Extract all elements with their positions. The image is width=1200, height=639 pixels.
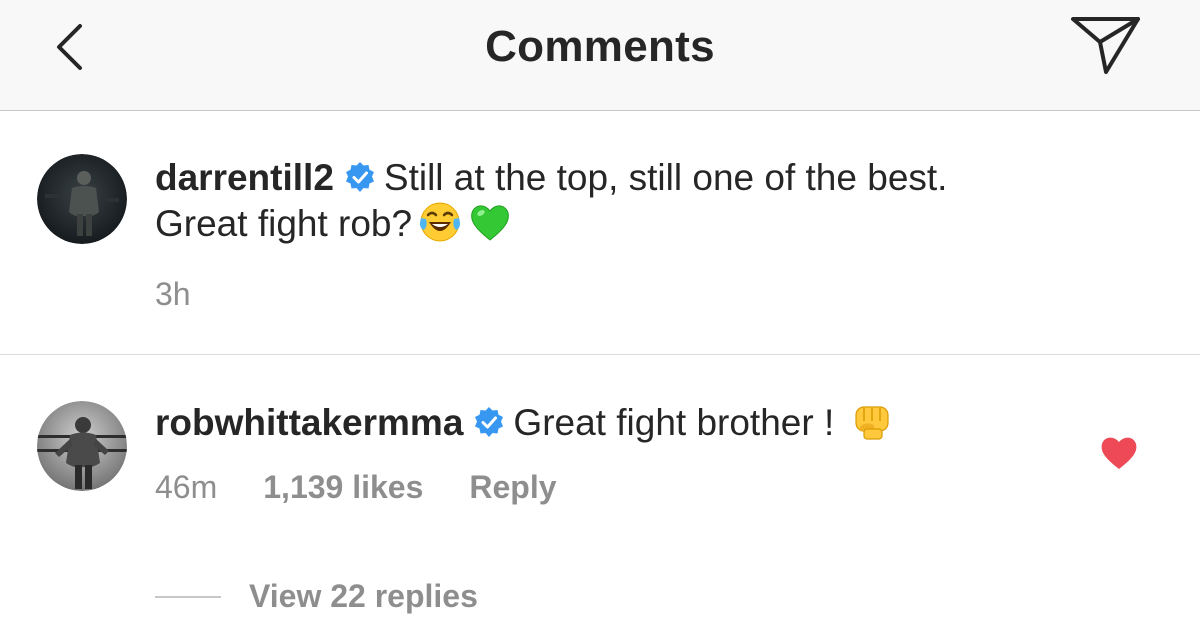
comment-item: robwhittakermma Great fight brother ! 46… xyxy=(0,356,1200,639)
header-bar: Comments xyxy=(0,0,1200,111)
replies-divider-line xyxy=(155,595,221,598)
timestamp: 46m xyxy=(155,469,218,505)
comment-text: Great fight brother ! xyxy=(513,402,835,443)
share-button[interactable] xyxy=(1068,12,1144,78)
comment-meta: 3h xyxy=(155,276,191,313)
view-replies-label: View 22 replies xyxy=(249,578,478,614)
comment-text-line1: Still at the top, still one of the best. xyxy=(383,157,948,198)
comment-body: robwhittakermma Great fight brother ! xyxy=(155,399,1115,445)
avatar[interactable] xyxy=(37,154,127,244)
oncoming-fist-emoji-icon xyxy=(855,406,889,440)
verified-badge-icon xyxy=(475,407,504,437)
comment-item: darrentill2 Still at the top, still one … xyxy=(0,112,1200,355)
username-link[interactable]: darrentill2 xyxy=(155,157,334,198)
reply-button[interactable]: Reply xyxy=(469,469,556,506)
username-link[interactable]: robwhittakermma xyxy=(155,402,463,443)
comment-body: darrentill2 Still at the top, still one … xyxy=(155,156,1115,246)
verified-badge-icon xyxy=(345,162,374,192)
page-title: Comments xyxy=(485,22,715,71)
comment-meta: 46m 1,139 likes Reply xyxy=(155,469,557,506)
green-heart-emoji-icon xyxy=(471,205,509,241)
avatar[interactable] xyxy=(37,401,127,491)
tears-of-joy-emoji-icon xyxy=(420,202,461,242)
timestamp: 3h xyxy=(155,276,191,312)
like-button[interactable] xyxy=(1098,434,1140,472)
comment-text-line2: Great fight rob? xyxy=(155,203,413,244)
paper-plane-icon xyxy=(1071,17,1140,74)
view-replies-button[interactable]: View 22 replies xyxy=(155,578,478,615)
likes-count[interactable]: 1,139 likes xyxy=(263,469,423,506)
heart-icon xyxy=(1101,437,1137,469)
